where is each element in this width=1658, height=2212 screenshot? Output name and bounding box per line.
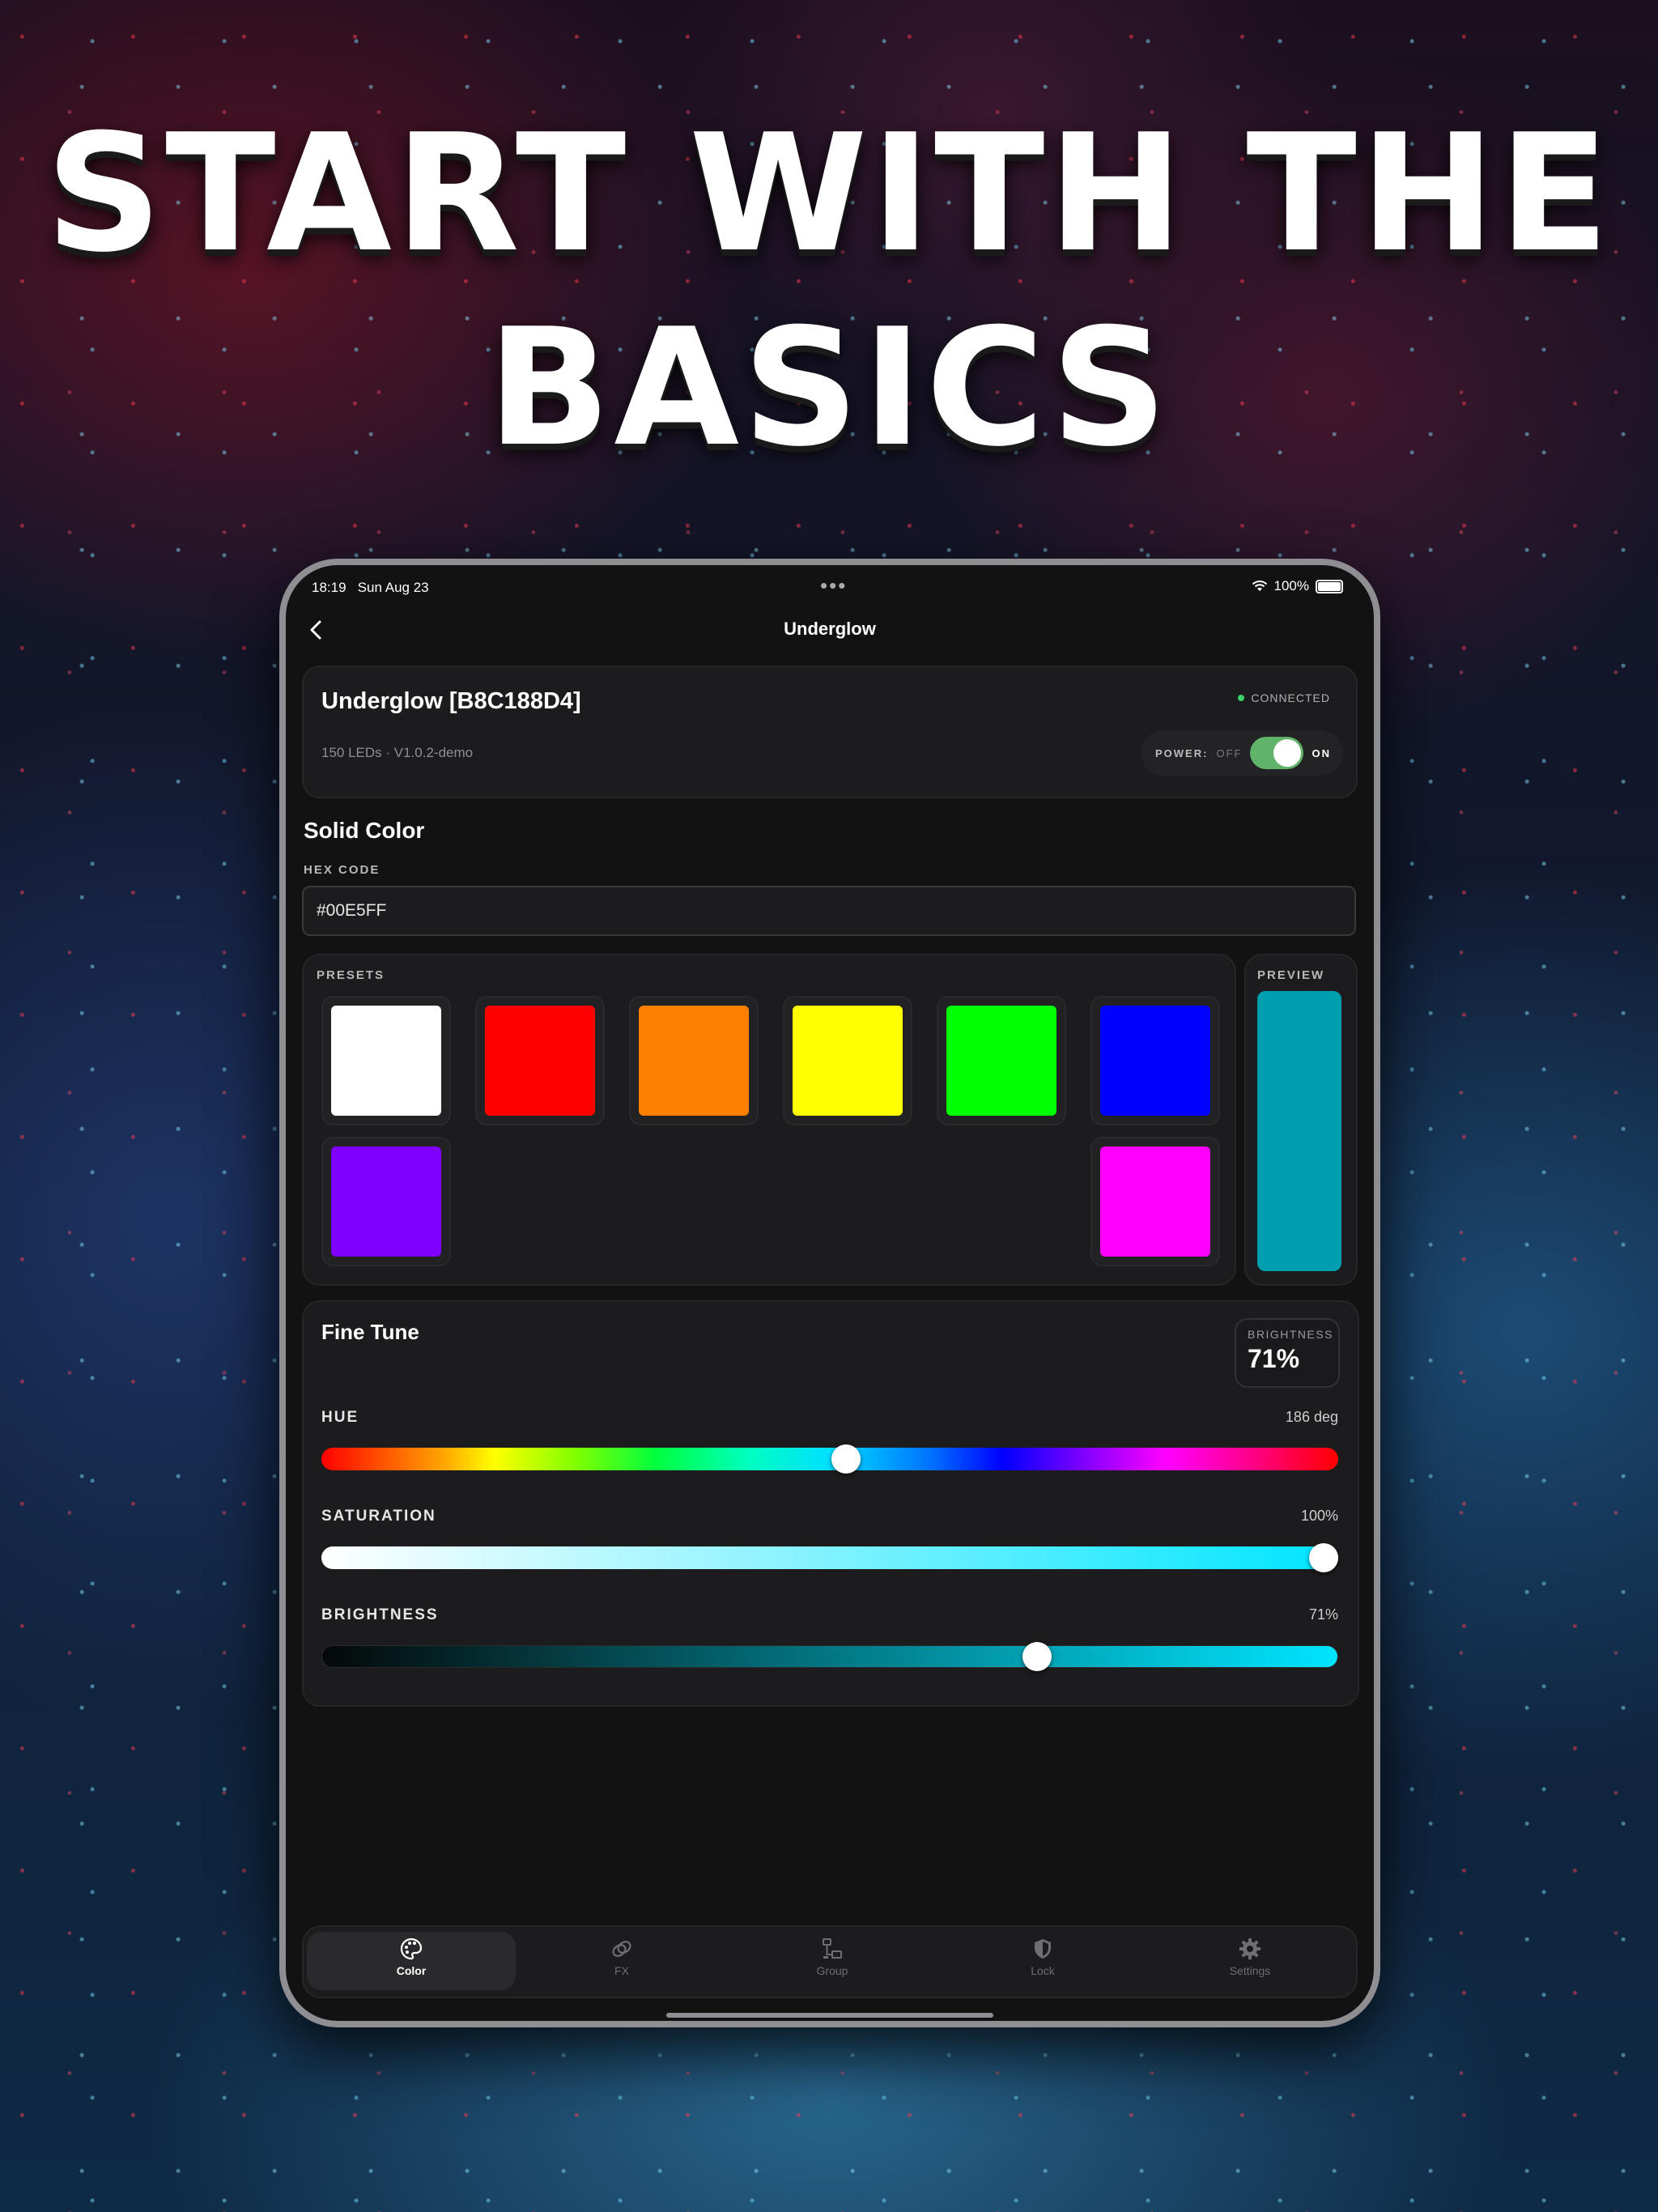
saturation-value: 100% (1300, 1508, 1338, 1524)
status-dot-icon (1238, 695, 1245, 701)
nav-bar: Underglow (286, 606, 1374, 654)
multitasking-dots[interactable]: ••• (820, 573, 847, 598)
preset-swatch[interactable] (321, 996, 451, 1125)
tab-settings[interactable]: Settings (1146, 1932, 1354, 1990)
fine-tune-card: Fine Tune BRIGHTNESS 71% HUE 186 deg SAT… (302, 1300, 1359, 1707)
network-icon (823, 1938, 842, 1959)
brightness-slider-thumb[interactable] (1022, 1642, 1052, 1671)
tab-label: Group (816, 1964, 848, 1977)
palette-icon (400, 1938, 423, 1960)
tab-label: Lock (1031, 1964, 1055, 1977)
rings-icon (612, 1941, 631, 1957)
power-toggle[interactable] (1250, 737, 1304, 769)
preset-swatch[interactable] (937, 996, 1066, 1125)
brightness-badge: BRIGHTNESS 71% (1235, 1318, 1340, 1388)
preset-color-fill (1100, 1146, 1210, 1257)
preset-swatch[interactable] (629, 996, 759, 1125)
brightness-value: 71% (1308, 1606, 1338, 1623)
preset-color-fill (485, 1006, 595, 1116)
tab-fx[interactable]: FX (517, 1932, 726, 1990)
preset-swatch[interactable] (475, 996, 605, 1125)
tablet-frame: 18:19 Sun Aug 23 ••• 100% Underglow Unde… (279, 559, 1380, 2027)
device-meta: 150 LEDs · V1.0.2-demo (321, 745, 474, 760)
preset-swatch[interactable] (783, 996, 912, 1125)
saturation-slider-track[interactable] (321, 1546, 1338, 1569)
headline: START WITH THE BASICS (0, 97, 1658, 486)
status-indicators: 100% (1252, 578, 1343, 594)
color-preview-swatch (1257, 991, 1341, 1271)
hue-slider-track[interactable] (321, 1448, 1338, 1470)
battery-percent: 100% (1273, 578, 1309, 593)
brightness-badge-label: BRIGHTNESS (1248, 1328, 1334, 1341)
tab-bar: Color FX Group Lock Settings (302, 1925, 1358, 1998)
hex-code-label: HEX CODE (304, 863, 380, 877)
power-control: POWER: OFF ON (1141, 730, 1343, 776)
presets-card: PRESETS (302, 954, 1236, 1286)
shield-icon (1035, 1939, 1051, 1959)
power-off-label: OFF (1216, 747, 1243, 759)
hex-code-input[interactable] (302, 886, 1356, 936)
tab-group[interactable]: Group (728, 1932, 937, 1990)
brightness-badge-value: 71% (1248, 1344, 1300, 1373)
wifi-icon (1252, 581, 1267, 591)
section-title-solid-color: Solid Color (304, 818, 425, 843)
preset-color-fill (793, 1006, 903, 1116)
saturation-label: SATURATION (321, 1508, 436, 1525)
connection-status: CONNECTED (1238, 691, 1330, 704)
status-time: 18:19 Sun Aug 23 (312, 580, 429, 595)
tab-color[interactable]: Color (307, 1932, 516, 1990)
hue-value: 186 deg (1285, 1409, 1338, 1425)
preset-color-fill (331, 1006, 441, 1116)
presets-label: PRESETS (317, 968, 385, 982)
status-bar: 18:19 Sun Aug 23 ••• 100% (286, 573, 1374, 606)
brightness-slider-track[interactable] (321, 1645, 1338, 1668)
power-on-label: ON (1312, 747, 1331, 759)
preset-swatch[interactable] (1090, 996, 1220, 1125)
device-card: Underglow [B8C188D4] 150 LEDs · V1.0.2-d… (302, 666, 1358, 798)
preset-swatch[interactable] (1090, 1137, 1220, 1266)
headline-line-1: START WITH THE (45, 100, 1613, 288)
connection-status-label: CONNECTED (1251, 691, 1330, 704)
page-title: Underglow (784, 619, 876, 639)
app-screen: 18:19 Sun Aug 23 ••• 100% Underglow Unde… (286, 565, 1374, 2021)
fine-tune-title: Fine Tune (321, 1320, 419, 1344)
preview-label: PREVIEW (1257, 968, 1325, 982)
tab-label: Settings (1229, 1964, 1271, 1977)
headline-line-2: BASICS (487, 294, 1171, 483)
preset-swatch[interactable] (321, 1137, 451, 1266)
tab-label: FX (614, 1964, 629, 1977)
battery-icon (1316, 579, 1343, 593)
preset-color-fill (331, 1146, 441, 1257)
device-name: Underglow [B8C188D4] (321, 688, 581, 714)
brightness-label: BRIGHTNESS (321, 1606, 439, 1623)
power-label: POWER: (1155, 747, 1209, 759)
home-indicator[interactable] (666, 2013, 993, 2018)
gear-icon (1239, 1938, 1261, 1959)
preset-color-fill (1100, 1006, 1210, 1116)
toggle-knob (1273, 739, 1302, 767)
preset-color-fill (639, 1006, 749, 1116)
tab-lock[interactable]: Lock (938, 1932, 1147, 1990)
preview-card: PREVIEW (1244, 954, 1358, 1286)
saturation-slider-thumb[interactable] (1309, 1543, 1338, 1572)
tab-label: Color (396, 1964, 427, 1977)
preset-color-fill (946, 1006, 1056, 1116)
hue-label: HUE (321, 1409, 359, 1426)
